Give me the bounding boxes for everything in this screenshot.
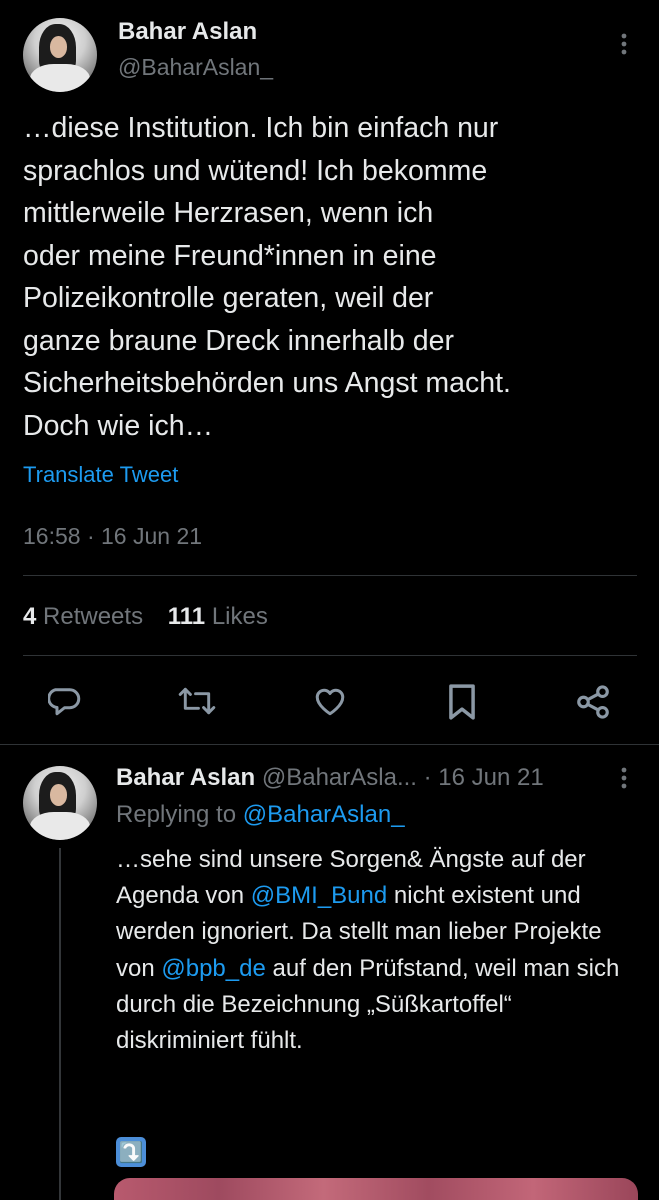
mention-bmi-bund[interactable]: @BMI_Bund bbox=[251, 882, 387, 909]
reply-date[interactable]: · 16 Jun 21 bbox=[424, 764, 544, 791]
heart-icon[interactable] bbox=[311, 683, 349, 719]
reply-header: Bahar Aslan @BaharAsla... · 16 Jun 21 bbox=[116, 764, 544, 792]
mention-bpb-de[interactable]: @bpb_de bbox=[161, 955, 265, 982]
tweet-stats: 4 Retweets 111 Likes bbox=[23, 603, 268, 631]
author-handle[interactable]: @BaharAslan_ bbox=[118, 54, 273, 81]
tweet-text: …diese Institution. Ich bin einfach nur … bbox=[23, 112, 511, 442]
thread-line bbox=[59, 848, 61, 1200]
replying-to: Replying to @BaharAslan_ bbox=[116, 801, 405, 829]
translate-tweet-link[interactable]: Translate Tweet bbox=[23, 462, 178, 488]
divider bbox=[0, 744, 659, 745]
reply-more-options-icon[interactable] bbox=[612, 764, 636, 792]
divider bbox=[23, 655, 637, 656]
retweets-stat[interactable]: 4 Retweets bbox=[23, 603, 150, 630]
down-arrow-emoji-icon: ⤵️ bbox=[116, 1137, 146, 1167]
reply-author-handle[interactable]: @BaharAsla... bbox=[262, 764, 417, 791]
replying-to-handle[interactable]: @BaharAslan_ bbox=[243, 801, 405, 828]
retweets-label: Retweets bbox=[43, 603, 144, 630]
author-name[interactable]: Bahar Aslan bbox=[118, 18, 257, 46]
author-avatar[interactable] bbox=[23, 18, 97, 92]
retweets-count: 4 bbox=[23, 603, 37, 630]
replying-to-label: Replying to bbox=[116, 801, 237, 828]
reply-author-name[interactable]: Bahar Aslan bbox=[116, 764, 255, 791]
reply-author-avatar[interactable] bbox=[23, 766, 97, 840]
likes-label: Likes bbox=[211, 603, 268, 630]
reply-text: …sehe sind unsere Sorgen& Ängste auf der… bbox=[116, 842, 646, 1059]
share-icon[interactable] bbox=[574, 683, 612, 721]
bookmark-icon[interactable] bbox=[446, 683, 478, 721]
divider bbox=[23, 575, 637, 576]
likes-count: 111 bbox=[167, 603, 206, 630]
more-options-icon[interactable] bbox=[612, 30, 636, 58]
retweet-icon[interactable] bbox=[178, 683, 216, 719]
emoji: ⤵️ bbox=[118, 1141, 144, 1164]
likes-stat[interactable]: 111 Likes bbox=[168, 603, 268, 630]
attached-image[interactable] bbox=[114, 1178, 638, 1200]
tweet-timestamp[interactable]: 16:58 · 16 Jun 21 bbox=[23, 523, 202, 550]
reply-icon[interactable] bbox=[48, 683, 84, 719]
